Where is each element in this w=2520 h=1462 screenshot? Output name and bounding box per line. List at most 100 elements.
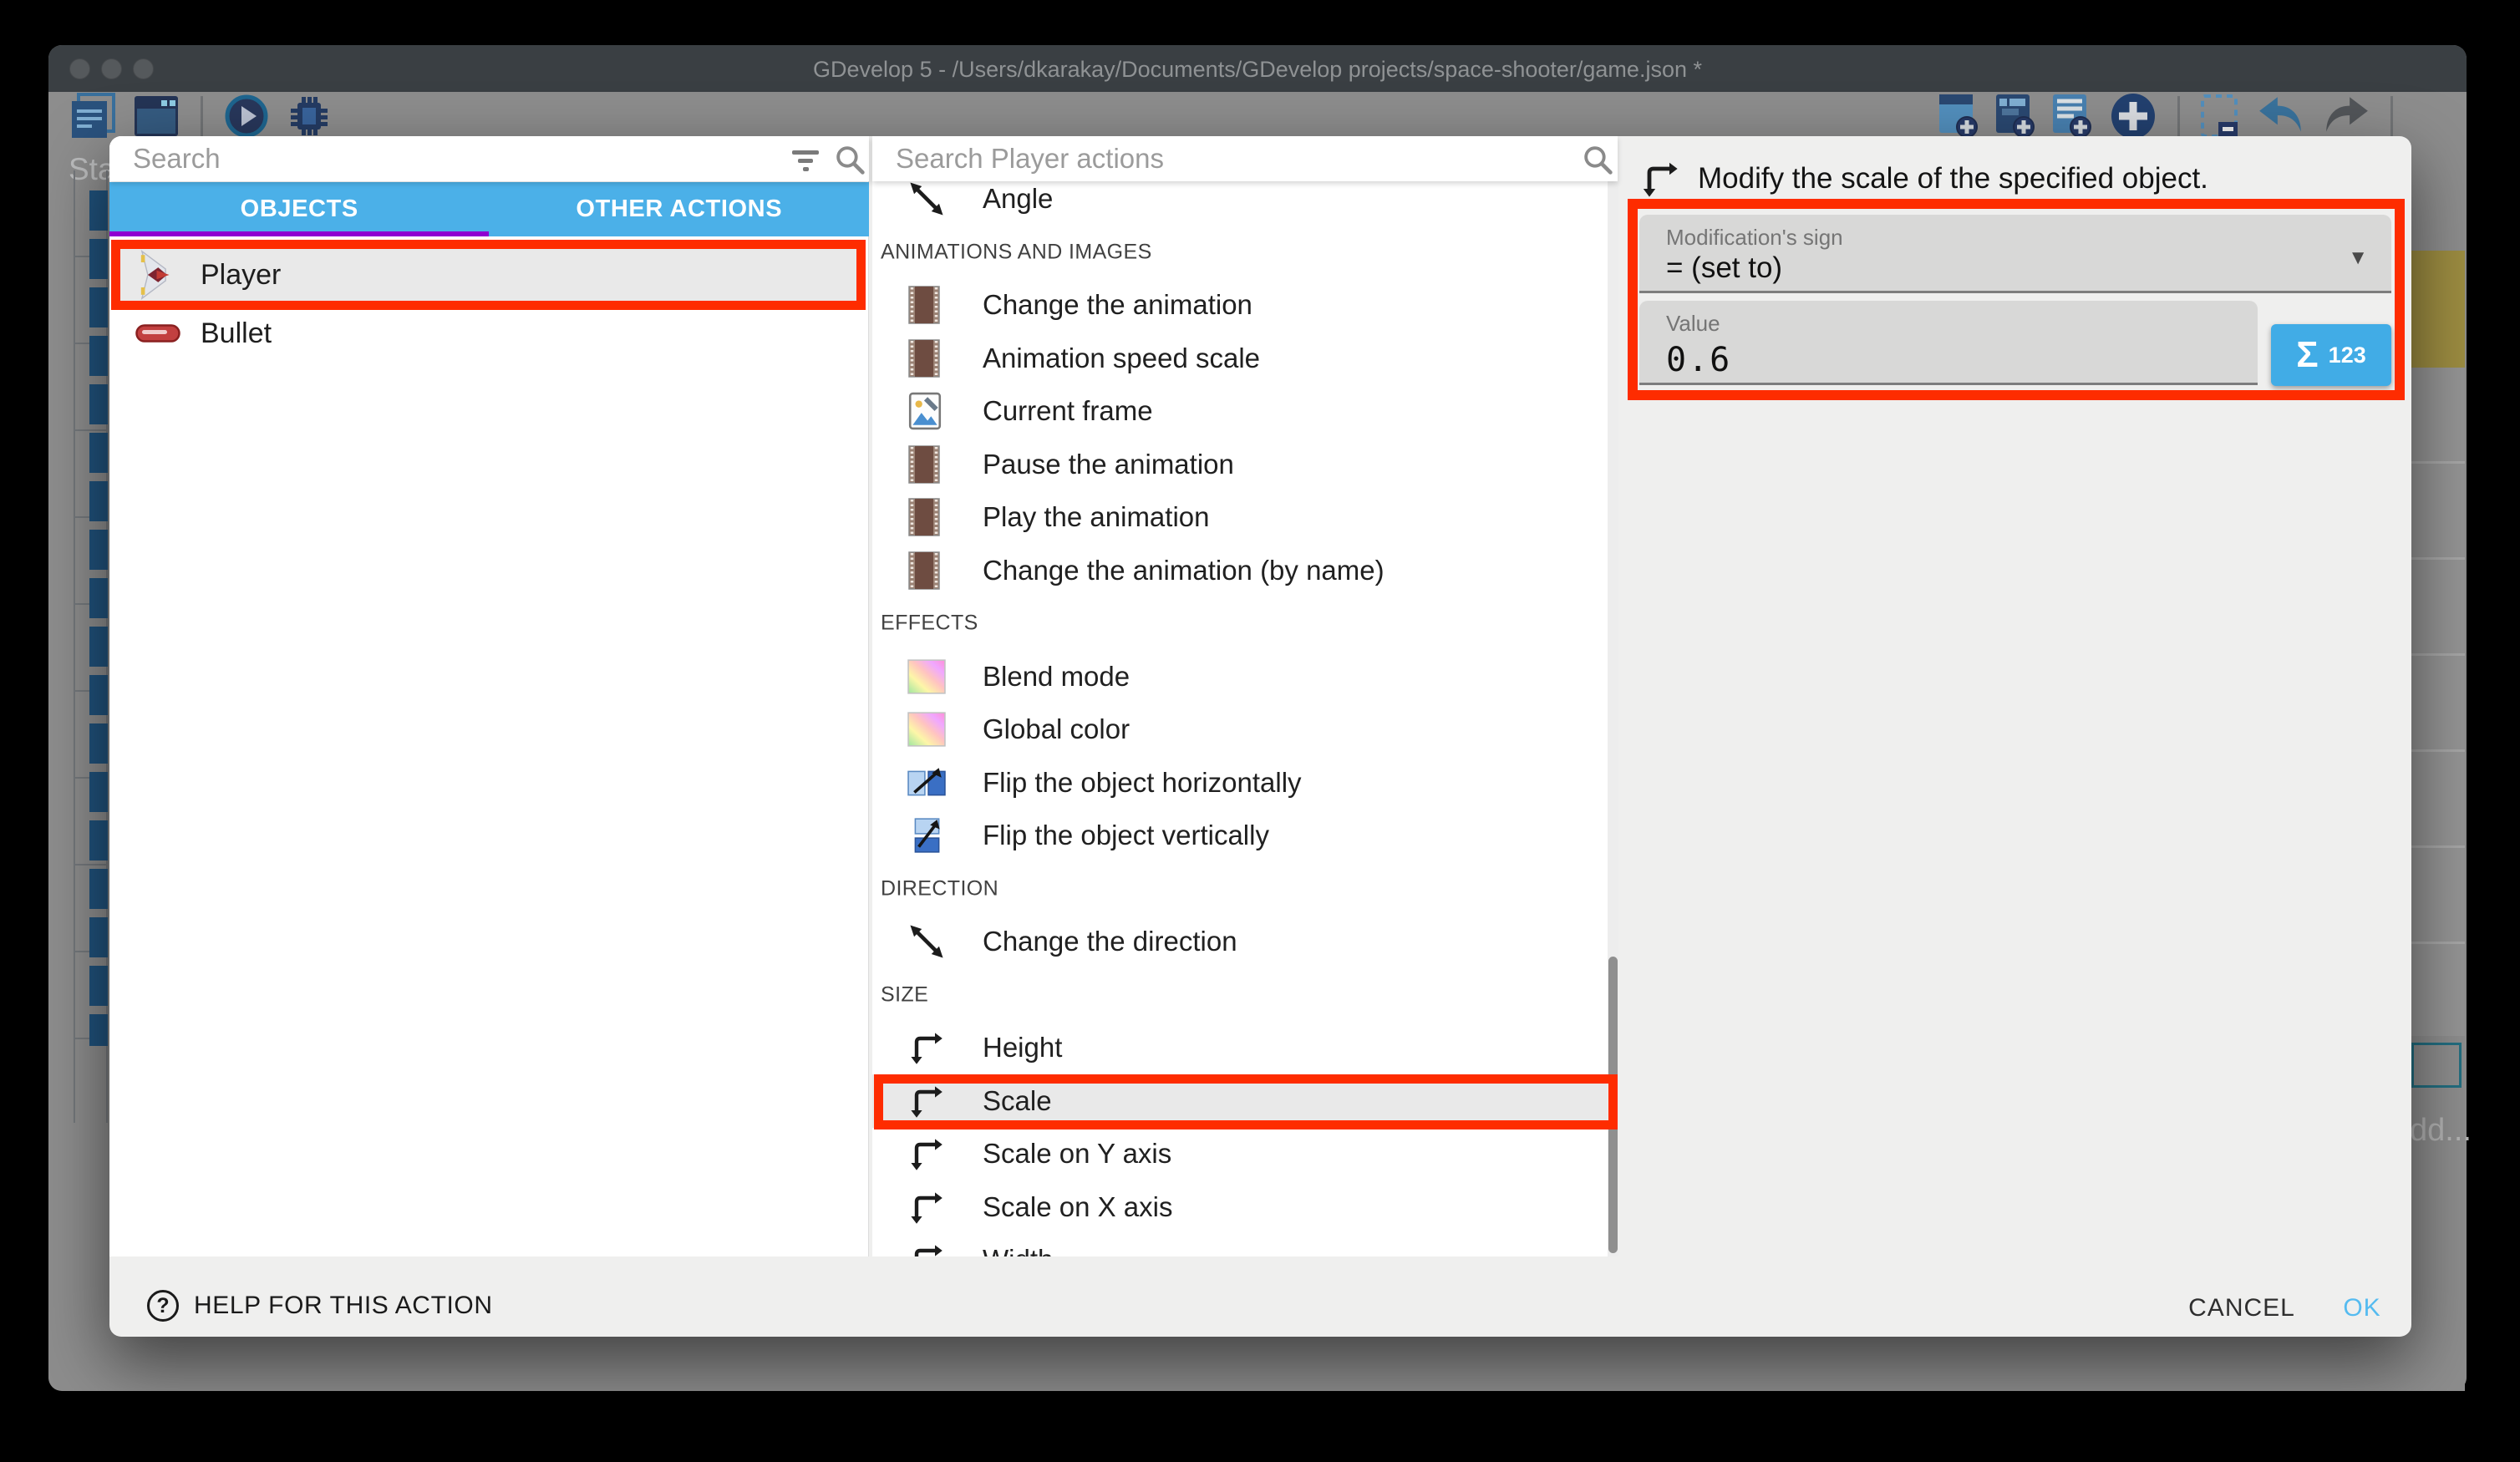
undo-button[interactable] [2257,95,2305,137]
add-scene-button[interactable] [1938,94,1979,139]
tab-objects[interactable]: OBJECTS [109,182,490,236]
screenshot-root: GDevelop 5 - /Users/dkarakay/Documents/G… [0,0,2520,1462]
action-label: Play the animation [983,501,1210,533]
play-button[interactable] [225,94,268,138]
object-row-bullet[interactable]: Bullet [120,310,856,357]
action-row-change-the-animation-by-name-[interactable]: Change the animation (by name) [872,544,1618,597]
debug-button[interactable] [287,94,332,139]
action-row-current-frame[interactable]: Current frame [872,384,1618,438]
bullet-icon [135,324,180,343]
actions-search-input[interactable] [894,140,1415,178]
sigma-icon: Σ [2296,337,2318,373]
action-label: Change the animation (by name) [983,555,1384,586]
field-label: Value [1666,311,1720,337]
action-label: Change the direction [983,926,1237,957]
field-label: Modification's sign [1666,225,1843,251]
gradient-icon [907,712,946,747]
frame-icon [907,392,942,430]
background-add-link-truncated: dd... [2410,1113,2472,1149]
action-label: Current frame [983,395,1153,427]
scale-arrow-icon [907,1241,944,1256]
question-circle-icon: ? [147,1290,179,1322]
redo-button[interactable] [2322,95,2370,137]
remove-selection-button[interactable] [2200,94,2240,139]
toolbar-divider [201,96,203,136]
toolbar-left [70,91,332,141]
scale-arrow-icon [1639,159,1679,203]
objects-search-row [109,136,869,181]
action-label: Scale on Y axis [983,1138,1171,1170]
cancel-button[interactable]: CANCEL [2175,1290,2309,1327]
toolbar-divider [2390,96,2393,136]
action-row-global-color[interactable]: Global color [872,703,1618,756]
action-label: Scale [983,1085,1052,1117]
flip-vertical-icon [907,818,946,853]
action-row-scale[interactable]: Scale [872,1074,1608,1128]
action-label: Pause the animation [983,449,1234,480]
action-label: Global color [983,713,1130,745]
player-ship-icon [135,250,172,300]
help-button-label: HELP FOR THIS ACTION [194,1292,493,1320]
play-icon [225,94,268,138]
action-row-width[interactable]: Width [872,1233,1618,1256]
search-icon [1581,143,1614,180]
debug-icon [287,94,332,139]
background-highlighted-block [2411,251,2465,368]
object-tabs: OBJECTSOTHER ACTIONS [109,182,869,236]
action-description-title: Modify the scale of the specified object… [1698,162,2208,195]
action-row-blend-mode[interactable]: Blend mode [872,650,1618,703]
toolbar-divider [2177,96,2180,136]
action-label: Change the animation [983,289,1252,321]
project-manager-button[interactable] [70,93,115,140]
value-input-field[interactable]: Value 0.6 [1639,301,2258,385]
objects-search-input[interactable] [131,140,663,178]
action-row-pause-the-animation[interactable]: Pause the animation [872,438,1618,491]
action-row-height[interactable]: Height [872,1021,1618,1074]
action-row-play-the-animation[interactable]: Play the animation [872,490,1618,544]
field-value: 0.6 [1666,341,1731,379]
section-label: ANIMATIONS AND IMAGES [881,240,1152,264]
action-row-flip-the-object-horizontally[interactable]: Flip the object horizontally [872,756,1618,810]
tab-other-actions[interactable]: OTHER ACTIONS [490,182,870,236]
action-row-angle[interactable]: Angle [872,181,1618,226]
ok-button[interactable]: OK [2324,1290,2400,1327]
macos-titlebar: GDevelop 5 - /Users/dkarakay/Documents/G… [48,45,2467,92]
action-section-header: EFFECTS [872,596,1618,650]
object-row-player[interactable]: Player [120,249,856,301]
actions-list: Angle ANIMATIONS AND IMAGES Change the ani… [872,181,1618,1256]
search-icon [833,143,866,180]
film-icon [907,551,941,591]
action-row-flip-the-object-vertically[interactable]: Flip the object vertically [872,809,1618,862]
angle-icon [907,181,946,218]
film-icon [907,338,941,378]
action-row-animation-speed-scale[interactable]: Animation speed scale [872,332,1618,385]
undo-icon [2257,95,2305,137]
scale-arrow-icon [907,1189,944,1226]
scene-window-button[interactable] [134,95,179,137]
help-button[interactable]: ? HELP FOR THIS ACTION [147,1290,493,1322]
add-circle-button[interactable] [2109,92,2157,140]
background-events-condition-blocks [89,190,108,1046]
toolbar-right [1938,91,2458,141]
action-label: Width [983,1244,1053,1256]
selected-tab-indicator [109,231,489,236]
action-section-header: SIZE [872,968,1618,1022]
filter-icon[interactable] [790,148,821,177]
expression-editor-button[interactable]: Σ 123 [2271,324,2391,386]
add-external-layout-button[interactable] [1995,94,2035,139]
add-external-events-icon [2052,94,2092,139]
flip-horizontal-icon [907,765,946,800]
section-label: EFFECTS [881,612,978,636]
field-value: = (set to) [1666,251,1782,285]
modification-sign-select[interactable]: Modification's sign = (set to) ▼ [1639,215,2391,293]
action-row-change-the-animation[interactable]: Change the animation [872,278,1618,332]
add-external-layout-icon [1995,94,2035,139]
project-manager-icon [70,93,115,140]
action-row-scale-on-y-axis[interactable]: Scale on Y axis [872,1127,1618,1180]
action-row-change-the-direction[interactable]: Change the direction [872,915,1618,968]
action-row-scale-on-x-axis[interactable]: Scale on X axis [872,1180,1618,1234]
actions-scrollbar-thumb[interactable] [1608,957,1618,1253]
action-section-header: ANIMATIONS AND IMAGES [872,226,1618,279]
add-external-events-button[interactable] [2052,94,2092,139]
background-events-rows [2411,368,2465,1036]
